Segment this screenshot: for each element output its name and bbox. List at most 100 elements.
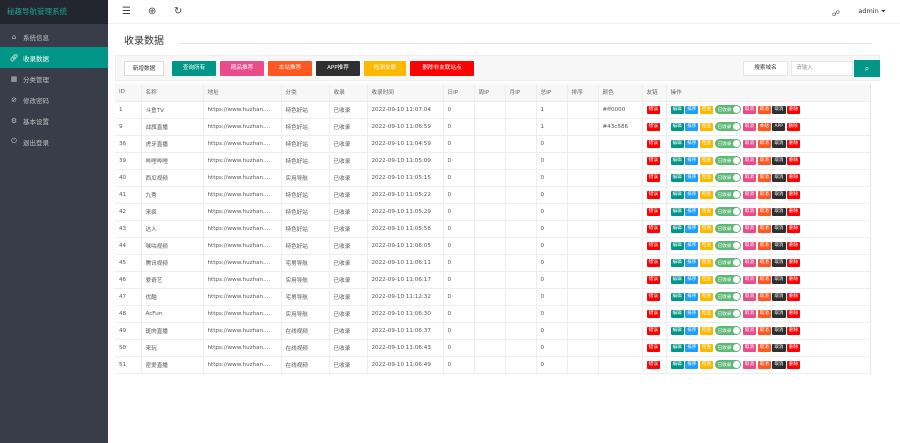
action-button[interactable]: 编辑 (670, 224, 684, 233)
action-button[interactable]: APP (772, 122, 785, 131)
action-button[interactable]: 取消 (757, 309, 771, 318)
action-button[interactable]: 编辑 (670, 326, 684, 335)
sidebar-item-2[interactable]: ▦ 分类管理 (0, 68, 108, 89)
action-button[interactable]: 取消 (742, 173, 757, 182)
action-button[interactable]: 取消 (742, 139, 757, 148)
action-button[interactable]: 取消 (772, 156, 786, 165)
action-button[interactable]: 编辑 (670, 258, 684, 267)
action-button[interactable]: 取消 (772, 224, 786, 233)
action-button[interactable]: 取消 (757, 275, 771, 284)
sidebar-item-3[interactable]: ⊘ 修改密码 (0, 89, 108, 110)
action-button[interactable]: 取消 (757, 190, 771, 199)
action-button[interactable]: 编辑 (670, 360, 684, 369)
included-toggle[interactable]: 已收录 (714, 275, 742, 284)
theme-icon[interactable]: ☍ (832, 7, 840, 21)
action-button[interactable]: 删除 (787, 139, 801, 148)
action-button[interactable]: 排序 (685, 309, 699, 318)
action-button[interactable]: 取消 (772, 326, 786, 335)
action-button[interactable]: 编辑 (670, 156, 684, 165)
included-toggle[interactable]: 已收录 (714, 105, 742, 114)
action-button[interactable]: 排序 (685, 105, 699, 114)
action-button[interactable]: 排序 (685, 122, 699, 131)
action-button[interactable]: 排序 (685, 156, 699, 165)
included-toggle[interactable]: 已收录 (714, 326, 742, 335)
action-button[interactable]: 排序 (685, 139, 699, 148)
action-button[interactable]: 删除 (787, 326, 801, 335)
action-button[interactable]: 取消 (772, 139, 786, 148)
action-button[interactable]: 编辑 (670, 241, 684, 250)
action-button[interactable]: 编辑 (670, 309, 684, 318)
action-button[interactable]: 删除 (787, 173, 801, 182)
action-button[interactable]: 检查 (699, 122, 714, 131)
action-button[interactable]: 删除 (787, 258, 801, 267)
action-button[interactable]: 删除 (787, 241, 801, 250)
action-button[interactable]: 检查 (699, 224, 714, 233)
included-toggle[interactable]: 已收录 (714, 139, 742, 148)
action-button[interactable]: 排序 (685, 326, 699, 335)
action-button[interactable]: 检查 (699, 156, 714, 165)
toolbar-button-4[interactable]: APP推荐 (316, 61, 360, 76)
included-toggle[interactable]: 已收录 (714, 207, 742, 216)
action-button[interactable]: 检查 (699, 173, 714, 182)
action-button[interactable]: 取消 (772, 309, 786, 318)
action-button[interactable]: 排序 (685, 241, 699, 250)
action-button[interactable]: 排序 (685, 275, 699, 284)
action-button[interactable]: 删除 (786, 122, 800, 131)
toolbar-button-3[interactable]: 本站推荐 (268, 61, 312, 76)
action-button[interactable]: 取消 (742, 275, 757, 284)
action-button[interactable]: 检查 (699, 105, 714, 114)
action-button[interactable]: 取消 (772, 343, 786, 352)
action-button[interactable]: 取消 (772, 275, 786, 284)
action-button[interactable]: 取消 (757, 326, 771, 335)
action-button[interactable]: 取消 (742, 241, 757, 250)
action-button[interactable]: 取消 (772, 105, 786, 114)
refresh-icon[interactable]: ↻ (174, 5, 182, 19)
action-button[interactable]: 取消 (742, 190, 757, 199)
included-toggle[interactable]: 已收录 (714, 343, 742, 352)
action-button[interactable]: 检查 (699, 292, 714, 301)
action-button[interactable]: 编辑 (670, 207, 684, 216)
action-button[interactable]: 排序 (685, 343, 699, 352)
toolbar-button-6[interactable]: 删除非友联站点 (410, 61, 474, 76)
action-button[interactable]: 取消 (757, 343, 771, 352)
action-button[interactable]: 排序 (685, 258, 699, 267)
action-button[interactable]: 编辑 (670, 139, 684, 148)
included-toggle[interactable]: 已收录 (714, 122, 742, 131)
action-button[interactable]: 取消 (772, 173, 786, 182)
action-button[interactable]: 排序 (685, 360, 699, 369)
included-toggle[interactable]: 已收录 (714, 190, 742, 199)
action-button[interactable]: 取消 (772, 207, 786, 216)
sidebar-item-0[interactable]: ⌂ 系统信息 (0, 26, 108, 47)
action-button[interactable]: 删除 (787, 207, 801, 216)
included-toggle[interactable]: 已收录 (714, 241, 742, 250)
action-button[interactable]: 取消 (742, 258, 757, 267)
included-toggle[interactable]: 已收录 (714, 292, 742, 301)
action-button[interactable]: 本站 (757, 122, 771, 131)
included-toggle[interactable]: 已收录 (714, 360, 742, 369)
action-button[interactable]: 删除 (787, 190, 801, 199)
action-button[interactable]: 取消 (742, 224, 757, 233)
action-button[interactable]: 排序 (685, 292, 699, 301)
action-button[interactable]: 取消 (742, 326, 757, 335)
included-toggle[interactable]: 已收录 (714, 258, 742, 267)
action-button[interactable]: 取消 (742, 360, 757, 369)
action-button[interactable]: 取消 (757, 292, 771, 301)
action-button[interactable]: 编辑 (670, 343, 684, 352)
action-button[interactable]: 删除 (787, 105, 801, 114)
action-button[interactable]: 取消 (742, 207, 757, 216)
action-button[interactable]: 排序 (685, 224, 699, 233)
action-button[interactable]: 取消 (757, 207, 771, 216)
action-button[interactable]: 取消 (757, 105, 771, 114)
included-toggle[interactable]: 已收录 (714, 173, 742, 182)
action-button[interactable]: 检查 (699, 258, 714, 267)
action-button[interactable]: 删除 (787, 292, 801, 301)
action-button[interactable]: 检查 (699, 139, 714, 148)
action-button[interactable]: 取消 (757, 241, 771, 250)
action-button[interactable]: 删除 (787, 156, 801, 165)
action-button[interactable]: 取消 (772, 292, 786, 301)
action-button[interactable]: 编辑 (670, 122, 684, 131)
action-button[interactable]: 检查 (699, 207, 714, 216)
action-button[interactable]: 取消 (757, 360, 771, 369)
sidebar-item-1[interactable]: 🔗︎ 收录数据 (0, 47, 108, 68)
action-button[interactable]: 取消 (757, 258, 771, 267)
